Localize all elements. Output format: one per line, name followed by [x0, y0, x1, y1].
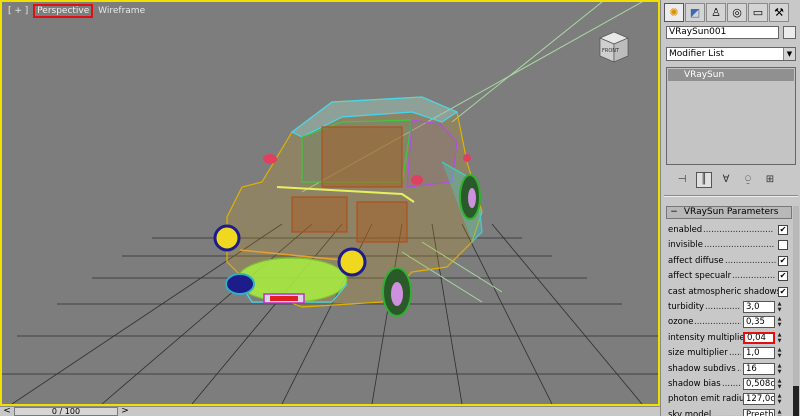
param-spinner-field[interactable]: 127,0c [743, 393, 775, 406]
param-spinner-field[interactable]: 0,35 [743, 316, 775, 329]
viewport-point-of-view-label[interactable]: Perspective [33, 4, 94, 18]
viewport-shading-label[interactable]: Wireframe [96, 6, 147, 16]
param-label: shadow bias [668, 379, 721, 389]
spinner-arrows-icon[interactable]: ▲▼ [776, 301, 783, 313]
object-name-field[interactable]: VRaySun001 [666, 26, 779, 39]
param-label: sky model [668, 409, 712, 416]
param-row: size multiplier.........................… [668, 346, 790, 360]
param-checkbox[interactable]: ✔ [778, 255, 788, 266]
param-spinner-field[interactable]: 1,0 [743, 347, 775, 360]
scroll-thumb[interactable] [793, 386, 799, 416]
param-label: shadow subdivs [668, 363, 736, 374]
leader-dots: .......................... [737, 363, 741, 374]
modifier-stack[interactable]: VRaySun [666, 67, 796, 165]
spinner-arrows-icon[interactable]: ▲▼ [776, 409, 783, 416]
param-row: photon emit radius......................… [668, 392, 790, 406]
spinner-arrows-icon[interactable]: ▲▼ [776, 332, 783, 344]
leader-dots: .......................... [725, 255, 776, 266]
make-unique-icon[interactable]: ∀ [718, 172, 734, 188]
param-row: ozone..........................0,35▲▼ [668, 315, 790, 329]
param-label: enabled [668, 225, 703, 235]
scene-canvas: FRONT [2, 2, 658, 404]
viewport-label: [ + ] Perspective Wireframe [6, 4, 147, 18]
param-row: turbidity..........................3,0▲▼ [668, 300, 790, 314]
license-plate [263, 293, 305, 304]
param-row: shadow bias..........................0,5… [668, 377, 790, 391]
spinner-arrows-icon[interactable]: ▲▼ [776, 347, 783, 359]
param-label: size multiplier [668, 348, 728, 359]
sun-create-icon[interactable]: ✺ [664, 3, 684, 22]
rollout-title: VRaySun Parameters [683, 207, 779, 217]
param-label: affect specualr [668, 271, 732, 282]
param-row: intensity multiplier....................… [668, 331, 790, 345]
stack-item-vraysun[interactable]: VRaySun [668, 69, 794, 81]
param-row: invisible.......................... [668, 238, 790, 252]
configure-sets-icon[interactable]: ⊞ [762, 172, 778, 188]
display-icon[interactable]: ▭ [748, 3, 768, 22]
param-label: affect diffuse [668, 255, 724, 266]
param-label: intensity multiplier [668, 332, 749, 343]
spinner-arrows-icon[interactable]: ▲▼ [776, 378, 783, 390]
param-row: shadow subdivs..........................… [668, 362, 790, 376]
remove-modifier-icon[interactable]: ⍜ [740, 172, 756, 188]
time-prev-button[interactable]: < [2, 406, 12, 416]
hierarchy-icon[interactable]: ♙ [706, 3, 726, 22]
leader-dots: .......................... [712, 409, 741, 416]
param-row: affect diffuse..........................… [668, 254, 790, 268]
panel-scrollbar[interactable] [793, 206, 799, 416]
spinner-arrows-icon[interactable]: ▲▼ [776, 316, 783, 328]
modifier-list-dropdown[interactable]: Modifier List ▼ [666, 47, 796, 61]
param-label: ozone [668, 317, 694, 328]
time-slider[interactable]: 0 / 100 [14, 407, 118, 416]
spinner-arrows-icon[interactable]: ▲▼ [776, 363, 783, 375]
utilities-icon[interactable]: ⚒ [769, 3, 789, 22]
collapse-icon[interactable]: − [667, 207, 681, 218]
spinner-arrows-icon[interactable]: ▲▼ [776, 393, 783, 405]
param-row: sky model..........................Preet… [668, 408, 790, 416]
param-row: cast atmospheric shadows................… [668, 285, 790, 299]
param-row: enabled.......................... ✔ [668, 223, 790, 237]
modifier-list-label: Modifier List [669, 49, 724, 59]
param-spinner-field[interactable]: 0,508c [743, 378, 775, 390]
param-label: photon emit radius [668, 394, 749, 405]
param-label: turbidity [668, 302, 705, 312]
rollout-header[interactable]: − VRaySun Parameters [666, 206, 792, 219]
viewport-menu-plus[interactable]: [ + ] [6, 6, 30, 16]
param-row: affect specualr.........................… [668, 269, 790, 283]
param-checkbox[interactable]: ✔ [778, 271, 788, 282]
object-color-swatch[interactable] [783, 26, 796, 39]
command-panel-tabs: ✺ ◩ ♙ ◎ ▭ ⚒ [664, 3, 798, 23]
param-label: invisible [668, 240, 703, 251]
param-label: cast atmospheric shadows [668, 286, 782, 297]
param-checkbox[interactable]: ✔ [778, 225, 788, 235]
show-end-result-icon[interactable]: ║ [696, 172, 712, 188]
stack-toolbar: ⊣ ║ ∀ ⍜ ⊞ [666, 172, 796, 188]
param-spinner-field[interactable]: Preetham [743, 408, 775, 416]
vraysun-parameters-rollout: − VRaySun Parameters enabled............… [666, 206, 792, 416]
param-spinner-field[interactable]: 3,0 [743, 301, 775, 313]
leader-dots: .......................... [704, 240, 775, 251]
param-checkbox[interactable] [778, 240, 788, 251]
leader-dots: .......................... [732, 271, 776, 282]
leader-dots: .......................... [729, 348, 741, 359]
param-spinner-field[interactable]: 0,04 [743, 331, 775, 344]
param-spinner-field[interactable]: 16 [743, 362, 775, 375]
leader-dots: .......................... [703, 225, 774, 235]
perspective-viewport[interactable]: [ + ] Perspective Wireframe FRONT [0, 0, 660, 406]
time-next-button[interactable]: > [120, 406, 130, 416]
panel-divider [664, 195, 798, 197]
leader-dots: .......................... [694, 317, 741, 328]
leader-dots: .......................... [722, 379, 741, 389]
leader-dots: .......................... [705, 302, 741, 312]
viewcube-face-label: FRONT [602, 48, 620, 54]
param-checkbox[interactable]: ✔ [778, 286, 788, 297]
modify-icon[interactable]: ◩ [685, 3, 705, 22]
motion-icon[interactable]: ◎ [727, 3, 747, 22]
time-slider-bar: < 0 / 100 > [0, 406, 660, 416]
viewcube: FRONT [599, 31, 629, 63]
pin-stack-icon[interactable]: ⊣ [674, 172, 690, 188]
chevron-down-icon[interactable]: ▼ [783, 48, 795, 60]
